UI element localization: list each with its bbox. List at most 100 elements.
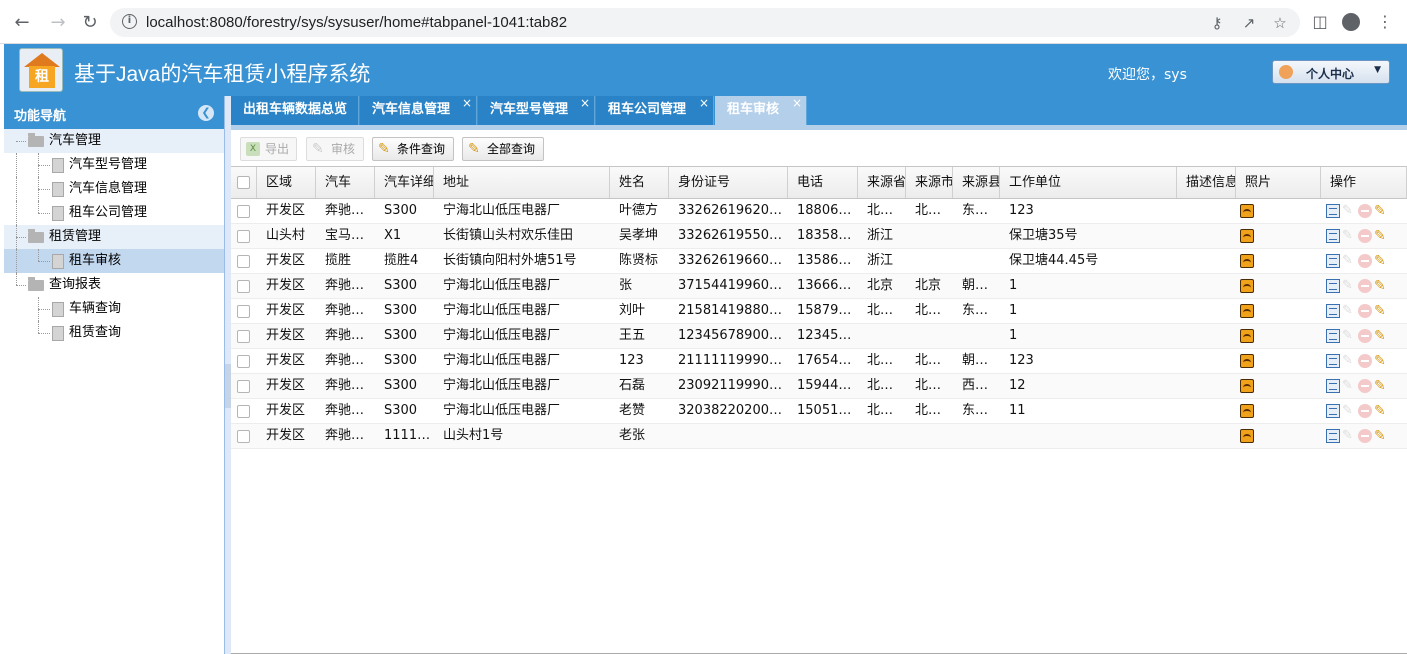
detail-icon[interactable] — [1326, 254, 1340, 268]
filter-query-button[interactable]: ✎ 条件查询 — [372, 137, 454, 161]
tree-group-car-management[interactable]: 汽车管理 — [4, 129, 224, 153]
column-header[interactable]: 来源省 — [858, 167, 906, 198]
column-header[interactable]: 来源市 — [906, 167, 953, 198]
row-checkbox[interactable] — [237, 305, 250, 318]
pencil-disabled-icon[interactable]: ✎ — [1342, 379, 1356, 393]
sidebar-item-rental-query[interactable]: 租赁查询 — [4, 321, 224, 345]
pencil-icon[interactable]: ✎ — [1374, 329, 1388, 343]
column-header[interactable]: 工作单位 — [1000, 167, 1177, 198]
row-checkbox[interactable] — [237, 380, 250, 393]
delete-icon[interactable] — [1358, 254, 1372, 268]
sidebar-item-rental-company[interactable]: 租车公司管理 — [4, 201, 224, 225]
detail-icon[interactable] — [1326, 229, 1340, 243]
tab-rental-company[interactable]: 租车公司管理 × — [596, 96, 714, 125]
pencil-disabled-icon[interactable]: ✎ — [1342, 279, 1356, 293]
column-header[interactable]: 描述信息 — [1177, 167, 1236, 198]
forward-arrow-icon[interactable]: → — [46, 10, 70, 34]
profile-icon[interactable] — [1340, 11, 1362, 33]
pencil-disabled-icon[interactable]: ✎ — [1342, 429, 1356, 443]
photo-icon[interactable] — [1240, 379, 1254, 393]
column-header[interactable]: 身份证号 — [669, 167, 788, 198]
photo-icon[interactable] — [1240, 254, 1254, 268]
table-row[interactable]: 开发区 奔驰… S300 宁海北山低压电器厂 王五 12345678900… 12345… 1… — [231, 324, 1407, 349]
pencil-disabled-icon[interactable]: ✎ — [1342, 254, 1356, 268]
column-header[interactable]: 区域 — [257, 167, 316, 198]
detail-icon[interactable] — [1326, 304, 1340, 318]
star-icon[interactable]: ☆ — [1270, 13, 1290, 33]
delete-icon[interactable] — [1358, 329, 1372, 343]
pencil-icon[interactable]: ✎ — [1374, 379, 1388, 393]
sidebar-item-car-model[interactable]: 汽车型号管理 — [4, 153, 224, 177]
site-info-icon[interactable]: i — [122, 14, 137, 29]
row-checkbox[interactable] — [237, 330, 250, 343]
pencil-icon[interactable]: ✎ — [1374, 279, 1388, 293]
photo-icon[interactable] — [1240, 279, 1254, 293]
photo-icon[interactable] — [1240, 429, 1254, 443]
user-center-button[interactable]: 个人中心 ▼ — [1272, 60, 1390, 84]
tab-car-info[interactable]: 汽车信息管理 × — [360, 96, 477, 125]
pencil-icon[interactable]: ✎ — [1374, 354, 1388, 368]
detail-icon[interactable] — [1326, 329, 1340, 343]
share-icon[interactable]: ↗ — [1239, 13, 1259, 33]
column-header[interactable]: 来源县 — [953, 167, 1000, 198]
table-row[interactable]: 开发区 奔驰… S300 宁海北山低压电器厂 石磊 230921199901… 15944…… — [231, 374, 1407, 399]
pencil-icon[interactable]: ✎ — [1374, 229, 1388, 243]
sidebar-item-rental-audit[interactable]: 租车审核 — [4, 249, 224, 273]
row-checkbox[interactable] — [237, 280, 250, 293]
delete-icon[interactable] — [1358, 304, 1372, 318]
table-row[interactable]: 开发区 奔驰… 1111… 山头村1号 老张 ✎ ✎ — [231, 424, 1407, 449]
delete-icon[interactable] — [1358, 279, 1372, 293]
audit-button[interactable]: ✎ 审核 — [306, 137, 364, 161]
tree-group-rental-management[interactable]: 租赁管理 — [4, 225, 224, 249]
tab-data-overview[interactable]: 出租车辆数据总览 — [231, 96, 359, 125]
pencil-icon[interactable]: ✎ — [1374, 404, 1388, 418]
row-checkbox[interactable] — [237, 205, 250, 218]
sidebar-item-vehicle-query[interactable]: 车辆查询 — [4, 297, 224, 321]
table-row[interactable]: 开发区 奔驰… S300 宁海北山低压电器厂 叶德方 33262619620… 18806…… — [231, 199, 1407, 224]
row-checkbox[interactable] — [237, 230, 250, 243]
tab-rental-audit[interactable]: 租车审核 × — [715, 96, 807, 125]
delete-icon[interactable] — [1358, 429, 1372, 443]
column-header[interactable]: 姓名 — [610, 167, 669, 198]
pencil-disabled-icon[interactable]: ✎ — [1342, 304, 1356, 318]
key-icon[interactable]: ⚷ — [1207, 13, 1227, 33]
detail-icon[interactable] — [1326, 379, 1340, 393]
column-header[interactable]: 操作 — [1321, 167, 1407, 198]
url-text[interactable]: localhost:8080/forestry/sys/sysuser/home… — [146, 14, 567, 31]
close-icon[interactable]: × — [699, 89, 709, 117]
side-panel-icon[interactable]: ◫ — [1309, 11, 1331, 33]
delete-icon[interactable] — [1358, 354, 1372, 368]
close-icon[interactable]: × — [462, 89, 472, 117]
table-row[interactable]: 开发区 揽胜 揽胜4 长街镇向阳村外塘51号 陈贤标 33262619660… 13586…… — [231, 249, 1407, 274]
sidebar-item-car-info[interactable]: 汽车信息管理 — [4, 177, 224, 201]
table-row[interactable]: 开发区 奔驰… S300 宁海北山低压电器厂 123 211111199908… 17654… — [231, 349, 1407, 374]
photo-icon[interactable] — [1240, 329, 1254, 343]
delete-icon[interactable] — [1358, 204, 1372, 218]
delete-icon[interactable] — [1358, 379, 1372, 393]
pencil-disabled-icon[interactable]: ✎ — [1342, 204, 1356, 218]
column-header[interactable]: 地址 — [434, 167, 610, 198]
tree-group-query-reports[interactable]: 查询报表 — [4, 273, 224, 297]
pencil-disabled-icon[interactable]: ✎ — [1342, 329, 1356, 343]
menu-dots-icon[interactable]: ⋮ — [1374, 11, 1396, 33]
tab-car-model[interactable]: 汽车型号管理 × — [478, 96, 595, 125]
column-header[interactable]: 汽车 — [316, 167, 375, 198]
delete-icon[interactable] — [1358, 404, 1372, 418]
column-header[interactable]: 汽车详细 — [375, 167, 434, 198]
row-checkbox[interactable] — [237, 355, 250, 368]
pencil-icon[interactable]: ✎ — [1374, 254, 1388, 268]
pencil-disabled-icon[interactable]: ✎ — [1342, 229, 1356, 243]
photo-icon[interactable] — [1240, 354, 1254, 368]
delete-icon[interactable] — [1358, 229, 1372, 243]
collapse-left-icon[interactable]: ❮ — [198, 105, 214, 121]
detail-icon[interactable] — [1326, 354, 1340, 368]
table-row[interactable]: 山头村 宝马… X1 长街镇山头村欢乐佳田 吴孝坤 33262619550… 18358… 浙… — [231, 224, 1407, 249]
back-arrow-icon[interactable]: ← — [10, 10, 34, 34]
row-checkbox[interactable] — [237, 255, 250, 268]
table-row[interactable]: 开发区 奔驰… S300 宁海北山低压电器厂 刘叶 21581419880… 15879… 北… — [231, 299, 1407, 324]
close-icon[interactable]: × — [792, 89, 802, 117]
pencil-icon[interactable]: ✎ — [1374, 204, 1388, 218]
column-header[interactable]: 电话 — [788, 167, 858, 198]
row-checkbox[interactable] — [237, 405, 250, 418]
photo-icon[interactable] — [1240, 304, 1254, 318]
